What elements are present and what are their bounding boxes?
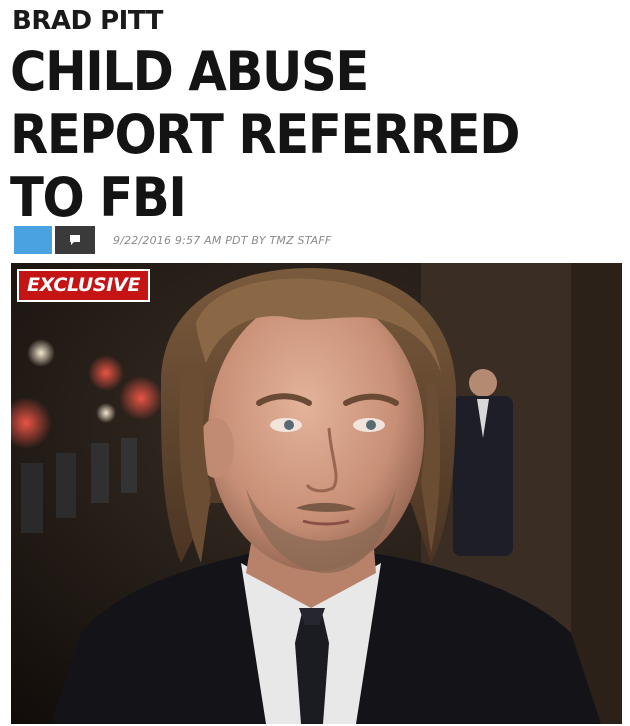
article-meta: 9/22/2016 9:57 AM PDT BY TMZ STAFF — [14, 226, 331, 254]
article-photo[interactable]: EXCLUSIVE — [11, 263, 622, 724]
comment-icon — [70, 235, 80, 245]
article-byline: 9/22/2016 9:57 AM PDT BY TMZ STAFF — [113, 233, 332, 247]
share-button[interactable] — [14, 226, 52, 254]
exclusive-badge: EXCLUSIVE — [17, 269, 151, 302]
photo-illustration — [11, 263, 622, 724]
article-headline: CHILD ABUSE REPORT REFERRED TO FBI — [10, 40, 520, 229]
comment-button[interactable] — [55, 226, 95, 254]
article-kicker: BRAD PITT — [12, 6, 163, 36]
